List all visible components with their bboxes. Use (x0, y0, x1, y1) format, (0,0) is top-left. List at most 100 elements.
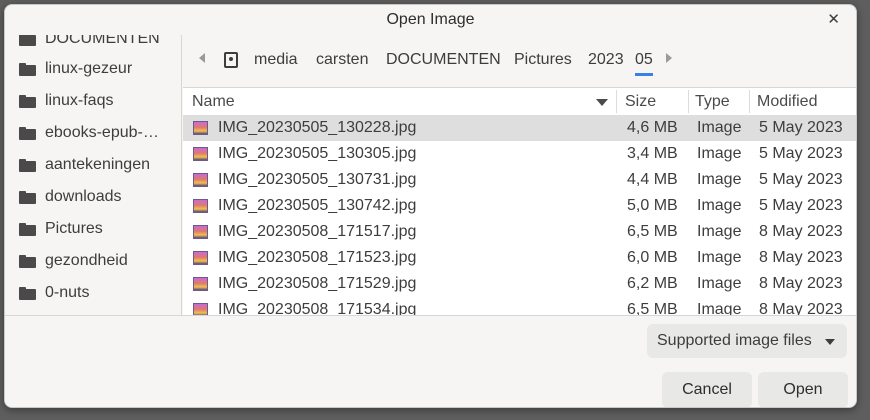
file-modified: 8 May 2023 (759, 249, 843, 266)
file-size: 6,0 MB (627, 249, 678, 266)
file-type: Image (697, 145, 742, 162)
sort-descending-icon (596, 99, 608, 106)
file-modified: 5 May 2023 (759, 171, 843, 188)
column-header-size[interactable]: Size (625, 93, 656, 111)
sidebar-item-label: aantekeningen (45, 156, 150, 173)
folder-icon (19, 286, 36, 300)
table-row[interactable]: IMG_20230508_171534.jpg 6,5 MB Image 8 M… (183, 297, 856, 316)
path-bar: media carsten DOCUMENTEN Pictures 2023 0… (183, 35, 856, 87)
folder-icon (19, 158, 36, 172)
table-header: Name Size Type Modified (183, 88, 856, 116)
file-modified: 5 May 2023 (759, 197, 843, 214)
file-type-filter-dropdown[interactable]: Supported image files (647, 324, 847, 358)
sidebar-item-0-nuts[interactable]: 0-nuts (19, 279, 179, 307)
scroll-left-icon[interactable] (199, 53, 205, 63)
file-modified: 5 May 2023 (759, 145, 843, 162)
image-file-icon (193, 277, 208, 291)
file-type: Image (697, 197, 742, 214)
folder-icon (19, 62, 36, 76)
crumb-pictures[interactable]: Pictures (514, 51, 572, 69)
table-row[interactable]: IMG_20230505_130742.jpg 5,0 MB Image 5 M… (183, 193, 856, 219)
file-name: IMG_20230505_130731.jpg (218, 171, 417, 188)
sidebar-item-documenten[interactable]: DOCUMENTEN (19, 35, 179, 53)
file-type: Image (697, 119, 742, 136)
file-type: Image (697, 171, 742, 188)
column-header-modified[interactable]: Modified (757, 93, 817, 111)
column-header-name[interactable]: Name (192, 93, 235, 111)
folder-icon (19, 222, 36, 236)
sidebar-item-linux-faqs[interactable]: linux-faqs (19, 87, 179, 115)
crumb-2023[interactable]: 2023 (588, 51, 624, 69)
titlebar: Open Image ✕ (5, 5, 856, 35)
file-name: IMG_20230505_130228.jpg (218, 119, 417, 136)
drive-icon[interactable] (224, 52, 238, 68)
cancel-button[interactable]: Cancel (662, 372, 752, 407)
chevron-down-icon (825, 339, 835, 345)
folder-icon (19, 254, 36, 268)
file-name: IMG_20230508_171534.jpg (218, 301, 417, 316)
folder-icon (19, 190, 36, 204)
column-separator[interactable] (616, 90, 617, 113)
sidebar-item-aantekeningen[interactable]: aantekeningen (19, 151, 179, 179)
table-row[interactable]: IMG_20230508_171529.jpg 6,2 MB Image 8 M… (183, 271, 856, 297)
file-name: IMG_20230508_171517.jpg (218, 223, 417, 240)
sidebar: DOCUMENTEN linux-gezeur linux-faqs ebook… (5, 35, 182, 315)
crumb-carsten[interactable]: carsten (316, 51, 368, 69)
close-button[interactable]: ✕ (827, 10, 840, 28)
column-header-type[interactable]: Type (695, 93, 730, 111)
sidebar-item-label: gezondheid (45, 252, 128, 269)
file-type: Image (697, 301, 742, 316)
table-row[interactable]: IMG_20230505_130731.jpg 4,4 MB Image 5 M… (183, 167, 856, 193)
sidebar-item-label: downloads (45, 188, 122, 205)
folder-icon (19, 94, 36, 108)
sidebar-item-gezondheid[interactable]: gezondheid (19, 247, 179, 275)
file-size: 5,0 MB (627, 197, 678, 214)
crumb-05[interactable]: 05 (635, 51, 653, 76)
sidebar-item-label: linux-gezeur (45, 60, 133, 77)
table-row[interactable]: IMG_20230505_130228.jpg 4,6 MB Image 5 M… (183, 115, 856, 141)
sidebar-item-downloads[interactable]: downloads (19, 183, 179, 211)
file-name: IMG_20230508_171529.jpg (218, 275, 417, 292)
sidebar-item-label: linux-faqs (45, 92, 114, 109)
file-modified: 5 May 2023 (759, 119, 843, 136)
crumb-media[interactable]: media (254, 51, 298, 69)
file-modified: 8 May 2023 (759, 301, 843, 316)
sidebar-item-label: DOCUMENTEN (45, 35, 160, 47)
crumb-documenten[interactable]: DOCUMENTEN (386, 51, 501, 69)
image-file-icon (193, 147, 208, 161)
file-type: Image (697, 249, 742, 266)
file-size: 4,4 MB (627, 171, 678, 188)
filter-label: Supported image files (657, 332, 812, 349)
file-name: IMG_20230508_171523.jpg (218, 249, 417, 266)
image-file-icon (193, 121, 208, 135)
image-file-icon (193, 173, 208, 187)
image-file-icon (193, 251, 208, 265)
folder-icon (19, 126, 36, 140)
dialog-footer: Supported image files Cancel Open (5, 315, 856, 407)
folder-icon (19, 35, 36, 46)
image-file-icon (193, 225, 208, 239)
sidebar-item-label: 0-nuts (45, 284, 90, 301)
sidebar-item-ebooks-epub[interactable]: ebooks-epub-… (19, 119, 179, 147)
sidebar-item-label: ebooks-epub-… (45, 124, 159, 141)
file-size: 3,4 MB (627, 145, 678, 162)
dialog-title: Open Image (386, 11, 475, 28)
column-separator[interactable] (688, 90, 689, 113)
sidebar-item-pictures[interactable]: Pictures (19, 215, 179, 243)
table-row[interactable]: IMG_20230508_171517.jpg 6,5 MB Image 8 M… (183, 219, 856, 245)
scroll-right-icon[interactable] (666, 53, 672, 63)
file-list: Name Size Type Modified IMG_20230505_130… (183, 87, 856, 316)
file-size: 6,5 MB (627, 223, 678, 240)
file-name: IMG_20230505_130742.jpg (218, 197, 417, 214)
file-type: Image (697, 223, 742, 240)
open-button[interactable]: Open (758, 372, 848, 407)
table-row[interactable]: IMG_20230508_171523.jpg 6,0 MB Image 8 M… (183, 245, 856, 271)
table-row[interactable]: IMG_20230505_130305.jpg 3,4 MB Image 5 M… (183, 141, 856, 167)
image-file-icon (193, 199, 208, 213)
sidebar-item-label: Pictures (45, 220, 103, 237)
sidebar-item-linux-gezeur[interactable]: linux-gezeur (19, 55, 179, 83)
file-size: 6,5 MB (627, 301, 678, 316)
file-modified: 8 May 2023 (759, 275, 843, 292)
column-separator[interactable] (749, 90, 750, 113)
file-size: 6,2 MB (627, 275, 678, 292)
